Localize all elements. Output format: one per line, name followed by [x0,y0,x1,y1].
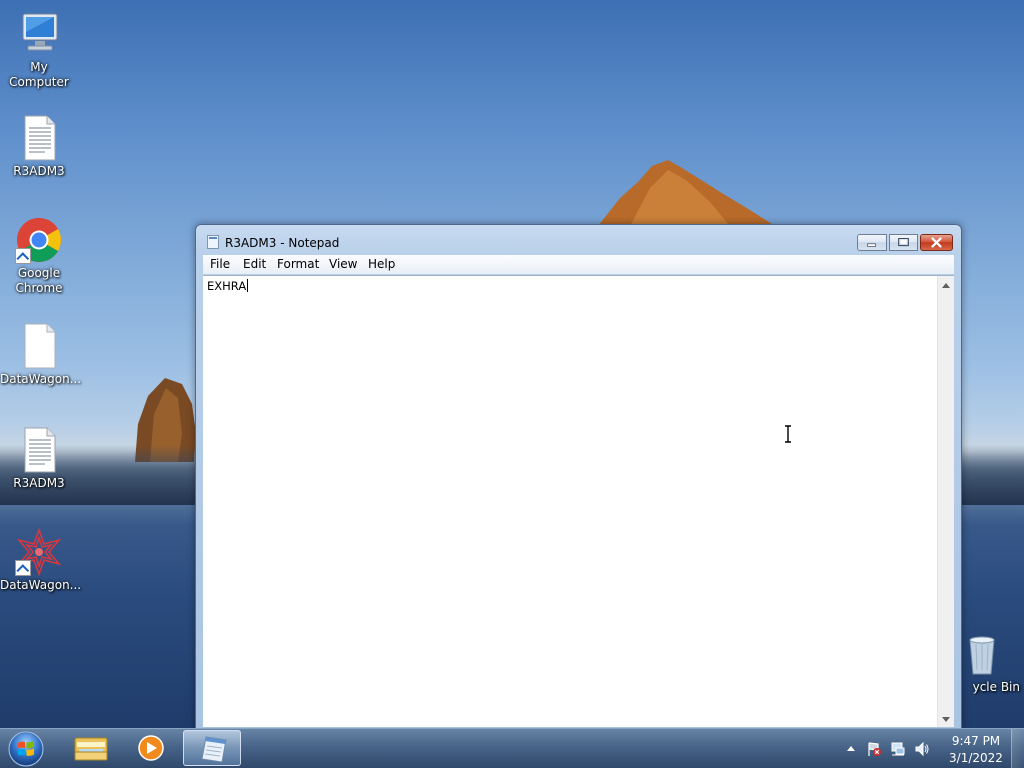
clock-date[interactable]: 3/1/2022 [944,751,1008,765]
menu-format[interactable]: Format [277,257,319,271]
blank-file-icon [15,322,63,370]
show-desktop-button[interactable] [1011,729,1024,769]
start-button[interactable] [6,730,46,768]
computer-icon [15,10,63,58]
desktop-icon-datawagon-2[interactable]: DataWagon... [0,527,82,593]
minimize-button[interactable] [857,234,887,251]
menu-file[interactable]: File [210,257,230,271]
menu-help[interactable]: Help [368,257,395,271]
vertical-scrollbar[interactable] [937,276,954,727]
taskbar-explorer-button[interactable] [62,730,120,766]
menu-view[interactable]: View [329,257,357,271]
desktop-icon-my-computer[interactable]: My Computer [0,10,78,90]
network-icon[interactable] [890,741,906,757]
shortcut-arrow-icon [15,560,31,576]
desktop-icon-label: DataWagon... [0,372,82,386]
volume-icon[interactable] [914,741,930,757]
desktop-icon-google-chrome[interactable]: Google Chrome [0,216,78,296]
notepad-titlebar[interactable]: R3ADM3 - Notepad [196,225,961,255]
editor-text-line: EXHRA [207,279,249,293]
text-file-icon [15,426,63,474]
windows-logo-icon [8,731,44,767]
desktop-icon-label: My Computer [9,60,69,89]
desktop: My Computer R3ADM3 Google Chrome DataWag… [0,0,1024,728]
desktop-icon-label: R3ADM3 [13,164,65,178]
desktop-icon-r3adm3-2[interactable]: R3ADM3 [0,426,78,491]
menu-bar: File Edit Format View Help [203,255,954,274]
folder-icon [74,737,108,761]
desktop-icon-datawagon-1[interactable]: DataWagon... [0,322,82,387]
media-player-icon [138,735,164,761]
taskbar: 9:47 PM 3/1/2022 [0,728,1024,769]
chrome-icon [15,216,63,264]
system-tray: 9:47 PM 3/1/2022 [840,729,1020,769]
text-caret [247,279,249,292]
recycle-bin-icon [958,630,1006,678]
restore-icon [898,238,909,247]
wallpaper-rock-right [598,160,775,226]
notepad-window[interactable]: R3ADM3 - Notepad File Edit Format View H… [195,224,962,728]
desktop-icon-label: R3ADM3 [13,476,65,490]
text-editor-area[interactable]: EXHRA [203,275,954,727]
scroll-down-arrow-icon[interactable] [942,717,950,722]
clock-time[interactable]: 9:47 PM [944,734,1008,748]
restore-button[interactable] [889,234,918,251]
text-file-icon [15,114,63,162]
desktop-icon-r3adm3-1[interactable]: R3ADM3 [0,114,78,179]
mathematica-icon [15,527,63,577]
shortcut-arrow-icon [15,248,31,264]
taskbar-notepad-button[interactable] [183,730,241,766]
menu-edit[interactable]: Edit [243,257,266,271]
scroll-up-arrow-icon[interactable] [942,283,950,288]
window-title: R3ADM3 - Notepad [225,236,340,250]
show-hidden-icons-icon[interactable] [846,744,856,752]
close-icon [931,237,942,248]
notepad-icon [201,736,227,763]
minimize-icon [867,243,876,247]
taskbar-media-player-button[interactable] [122,730,180,766]
ibeam-cursor-icon [785,425,791,443]
editor-content: EXHRA [207,279,247,293]
action-center-flag-icon[interactable] [866,741,882,757]
notepad-icon [207,235,219,249]
desktop-icon-label: DataWagon... [0,578,82,592]
desktop-icon-label: Google Chrome [15,266,63,295]
close-button[interactable] [920,234,953,251]
